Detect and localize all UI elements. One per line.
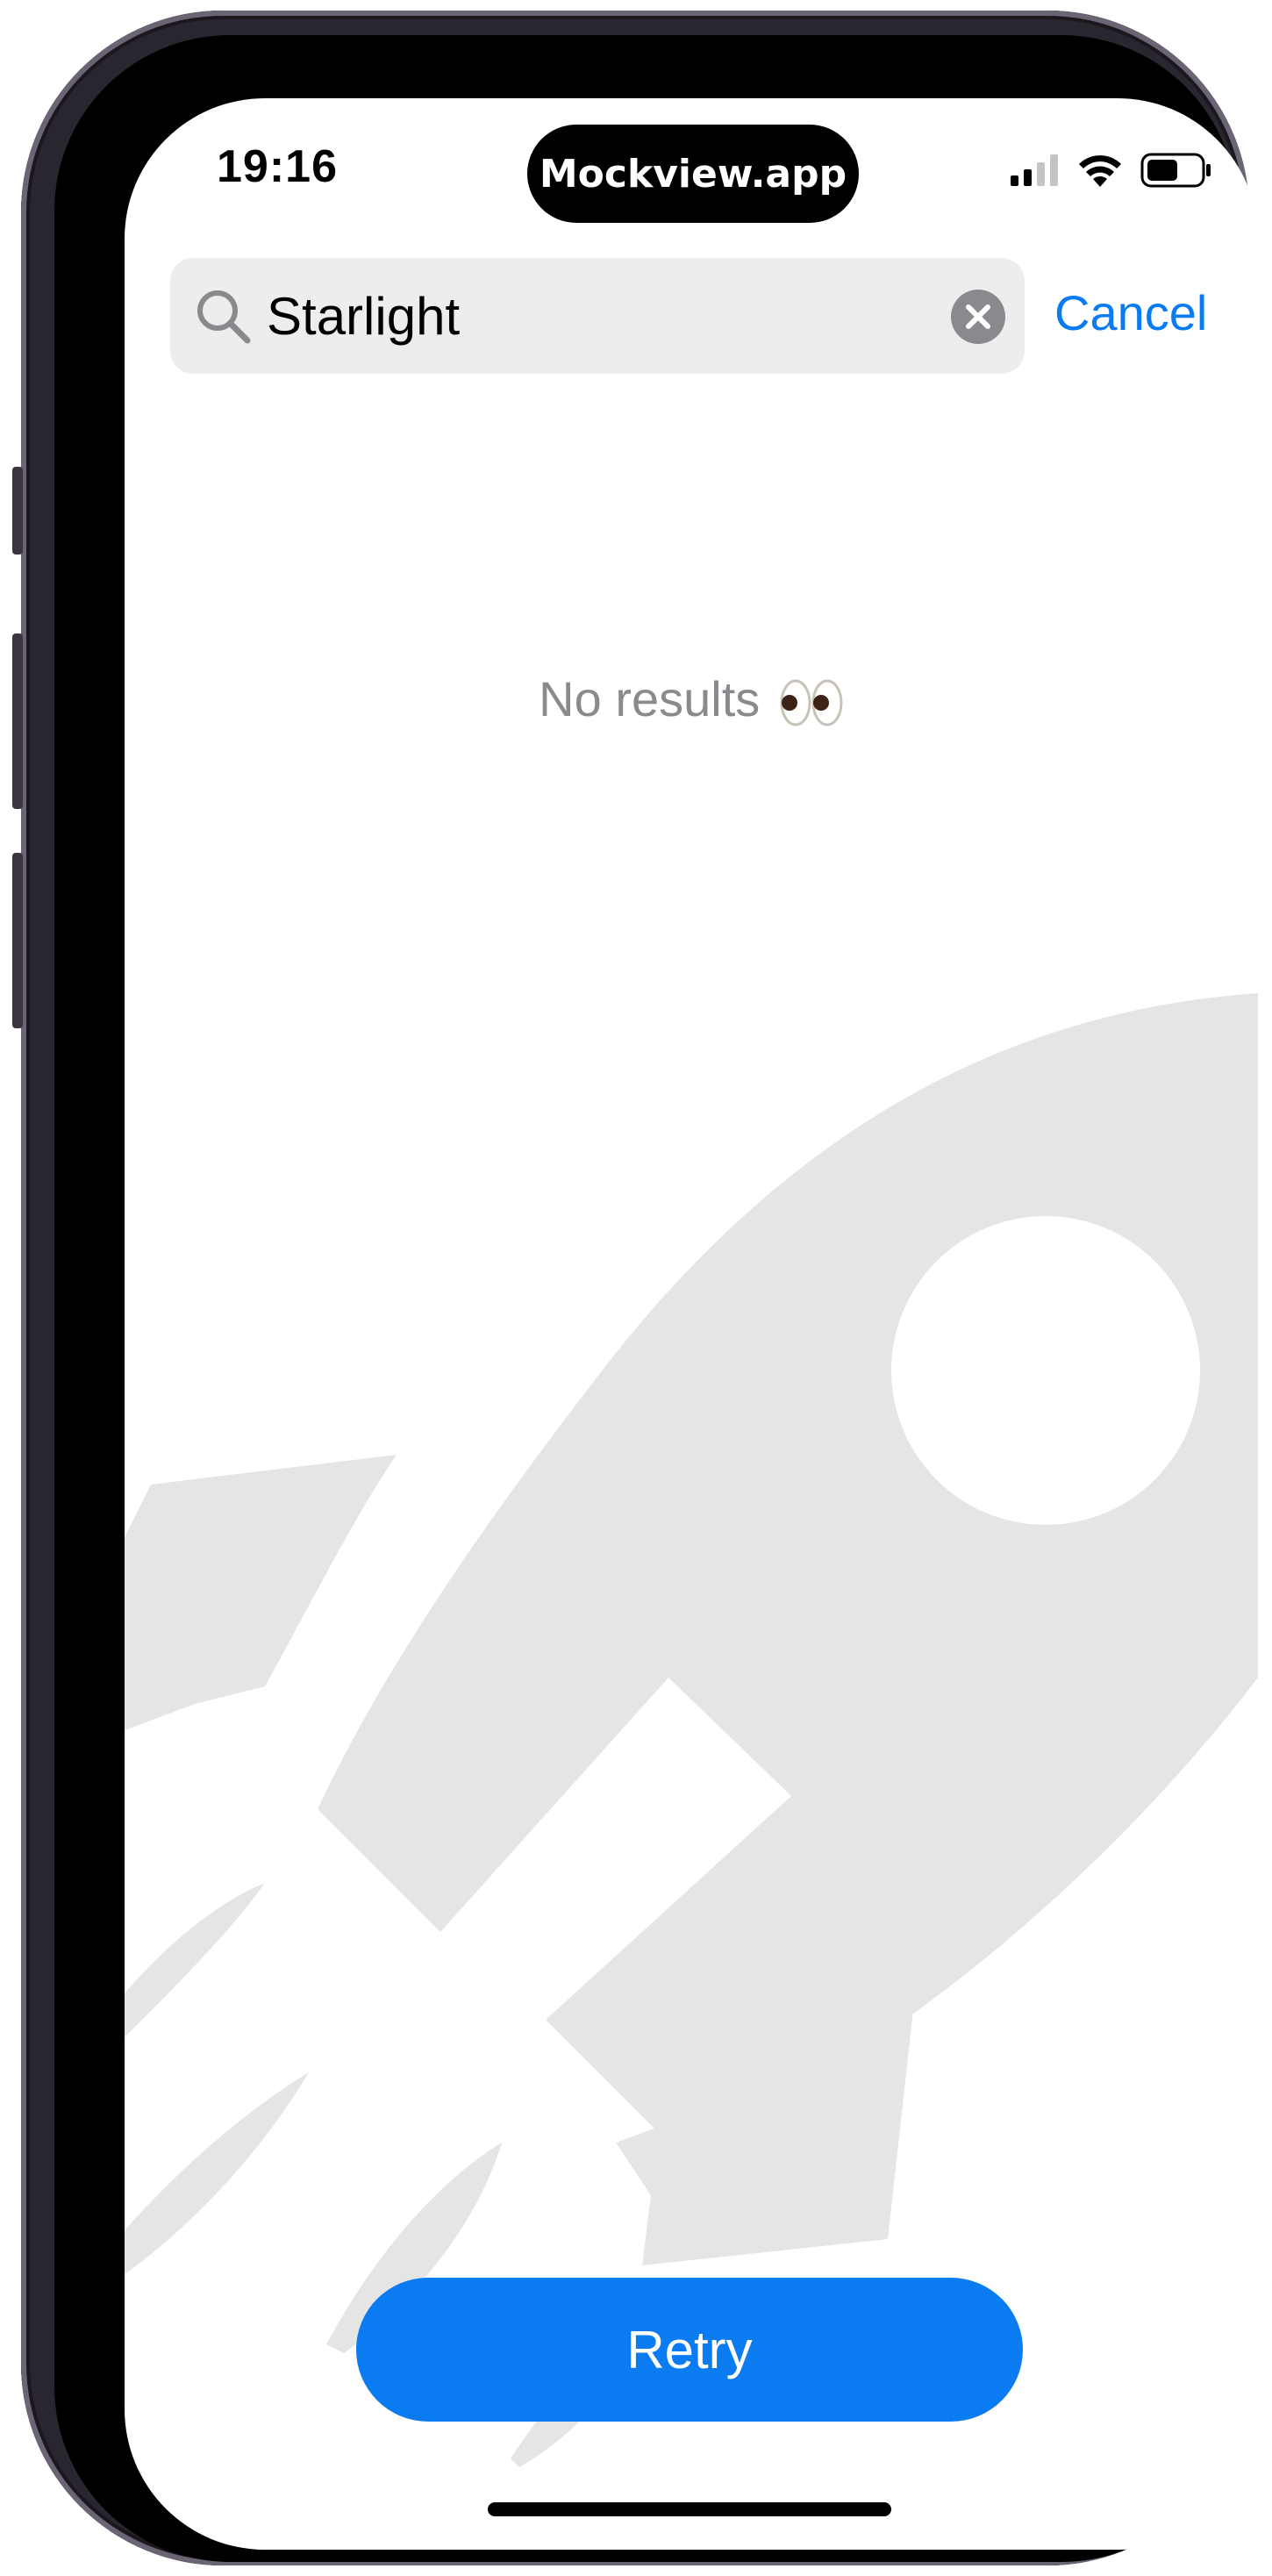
rocket-icon [125, 993, 1258, 2467]
island-label: Mockview.app [539, 151, 847, 197]
search-icon [197, 290, 251, 344]
cancel-button[interactable]: Cancel [1054, 284, 1207, 341]
battery-icon [1140, 153, 1211, 188]
action-button [12, 467, 23, 555]
screen: 19:16 Mockview.app Starlight Cancel No r… [125, 98, 1258, 2550]
eyes-emoji [780, 679, 843, 726]
wifi-icon [1079, 155, 1121, 187]
signal-icon [1011, 154, 1058, 186]
clear-search-button[interactable] [951, 290, 1005, 344]
search-bar[interactable] [170, 258, 1025, 374]
home-indicator[interactable] [488, 2502, 891, 2516]
status-icons [1011, 153, 1212, 188]
volume-down-button [12, 853, 23, 1028]
volume-up-button [12, 633, 23, 809]
phone-frame: 19:16 Mockview.app Starlight Cancel No r… [12, 11, 1258, 2565]
status-time: 19:16 [217, 141, 338, 192]
bezel: 19:16 Mockview.app Starlight Cancel No r… [54, 35, 1258, 2562]
dynamic-island: Mockview.app [527, 125, 859, 223]
retry-button[interactable]: Retry [356, 2278, 1023, 2422]
empty-state-message: No results [125, 670, 1258, 727]
clear-icon [966, 304, 990, 329]
search-input[interactable] [267, 258, 933, 374]
no-results-label: No results [539, 671, 761, 726]
